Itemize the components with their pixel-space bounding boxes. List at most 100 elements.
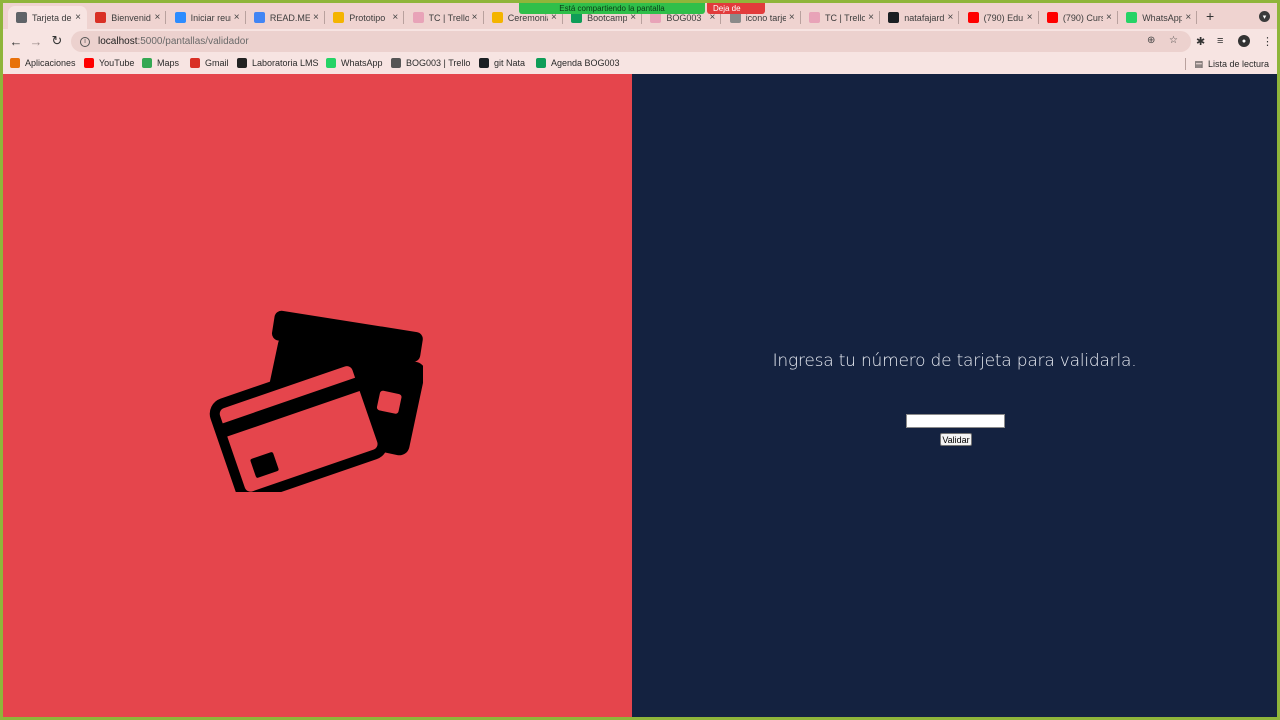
- youtube-icon: [967, 12, 979, 23]
- browser-tab[interactable]: natafajardo×: [880, 6, 960, 29]
- address-bar[interactable]: i localhost:5000/pantallas/validador: [71, 31, 1191, 52]
- tab-title: Bienvenida: [111, 12, 152, 23]
- bookmark-label: Laboratoria LMS: [252, 58, 319, 68]
- back-icon[interactable]: ←: [8, 33, 24, 49]
- illustration-panel: [3, 74, 632, 717]
- close-tab-icon[interactable]: ×: [947, 12, 953, 23]
- close-tab-icon[interactable]: ×: [1106, 12, 1112, 23]
- gmail-icon: [190, 58, 200, 68]
- menu-kebab-icon[interactable]: ⋮: [1262, 35, 1273, 48]
- sheets-icon: [536, 58, 546, 68]
- browser-tab[interactable]: Bienvenida ×: [87, 6, 167, 29]
- bookmark-item[interactable]: Agenda BOG003: [536, 58, 620, 68]
- reading-list-icon: ▤: [1194, 58, 1203, 69]
- bookmark-star-icon[interactable]: ☆: [1169, 35, 1178, 46]
- bookmark-label: WhatsApp: [341, 58, 383, 68]
- new-tab-button[interactable]: +: [1206, 8, 1214, 24]
- browser-tab[interactable]: TC | Trello ×: [801, 6, 880, 29]
- zoom-icon: [174, 12, 186, 23]
- slides-icon: [333, 12, 345, 23]
- stop-sharing-label: Deja de: [713, 4, 741, 13]
- tab-title: READ.ME: [269, 12, 311, 23]
- apps-grid-icon: [10, 58, 20, 68]
- bookmark-item[interactable]: Aplicaciones: [10, 58, 76, 68]
- bookmark-item[interactable]: Maps: [142, 58, 179, 68]
- instruction-text: Ingresa tu número de tarjeta para valida…: [772, 351, 1137, 371]
- tab-title: Iniciar reunión: [190, 12, 231, 23]
- slides-icon: [491, 12, 503, 23]
- close-tab-icon[interactable]: ×: [472, 12, 478, 23]
- forward-icon[interactable]: →: [28, 33, 44, 49]
- tab-title: WhatsApp: [1142, 12, 1183, 23]
- close-tab-icon[interactable]: ×: [1027, 12, 1033, 23]
- bookmark-item[interactable]: Gmail: [190, 58, 229, 68]
- close-tab-icon[interactable]: ×: [1185, 12, 1191, 23]
- browser-toolbar: ← → ↻ i localhost:5000/pantallas/validad…: [3, 29, 1277, 54]
- github-icon: [479, 58, 489, 68]
- tab-title: TC | Trello: [428, 12, 469, 23]
- profile-avatar[interactable]: ●: [1238, 35, 1250, 47]
- gmail-icon: [95, 12, 107, 23]
- bookmark-item[interactable]: git Nata: [479, 58, 525, 68]
- reload-icon[interactable]: ↻: [49, 33, 65, 49]
- bookmark-label: Gmail: [205, 58, 229, 68]
- youtube-icon: [84, 58, 94, 68]
- close-tab-icon[interactable]: ×: [75, 12, 81, 23]
- bookmark-label: BOG003 | Trello: [406, 58, 471, 68]
- page-content: Ingresa tu número de tarjeta para valida…: [3, 74, 1277, 717]
- reading-list-button[interactable]: ▤ Lista de lectura: [1185, 58, 1269, 70]
- whatsapp-icon: [1126, 12, 1138, 23]
- card-number-input[interactable]: [906, 414, 1005, 428]
- screen-share-banner: Está compartiendo la pantalla: [519, 3, 705, 14]
- tab-separator: [1196, 11, 1198, 24]
- tab-title: BOG003: [666, 12, 702, 23]
- bookmark-label: Aplicaciones: [25, 58, 76, 68]
- stop-sharing-button[interactable]: Deja de: [707, 3, 765, 14]
- bookmark-item[interactable]: WhatsApp: [326, 58, 383, 68]
- github-icon: [888, 12, 900, 23]
- browser-tab[interactable]: Iniciar reunión×: [167, 6, 246, 29]
- laboratoria-icon: [237, 58, 247, 68]
- trello-icon: [391, 58, 401, 68]
- zoom-icon[interactable]: ⊕: [1147, 35, 1155, 46]
- extensions-puzzle-icon[interactable]: ✱: [1196, 35, 1205, 48]
- tab-title: (790) Edu: [983, 12, 1024, 23]
- close-tab-icon[interactable]: ×: [154, 12, 160, 23]
- close-tab-icon[interactable]: ×: [313, 12, 319, 23]
- screen-share-text: Está compartiendo la pantalla: [559, 4, 665, 13]
- validator-panel: Ingresa tu número de tarjeta para valida…: [632, 74, 1277, 717]
- tab-title: natafajardo: [904, 12, 945, 23]
- tab-title: (790) Curso: [1062, 12, 1103, 23]
- close-tab-icon[interactable]: ×: [234, 12, 240, 23]
- close-tab-icon[interactable]: ×: [868, 12, 874, 23]
- close-tab-icon[interactable]: ×: [789, 12, 795, 23]
- bookmarks-bar: Aplicaciones YouTube Maps Gmail Laboratoria …: [3, 54, 1277, 74]
- browser-tab[interactable]: Tarjeta de crédito×: [8, 6, 87, 29]
- url-host: localhost: [98, 36, 138, 47]
- youtube-icon: [1046, 12, 1058, 23]
- bookmark-label: Agenda BOG003: [551, 58, 620, 68]
- browser-tab[interactable]: READ.ME ×: [246, 6, 325, 29]
- close-tab-icon[interactable]: ×: [392, 12, 398, 23]
- bookmark-label: git Nata: [494, 58, 526, 68]
- bookmark-item[interactable]: Laboratoria LMS: [237, 58, 319, 68]
- validate-button[interactable]: Validar: [940, 433, 972, 446]
- browser-tab[interactable]: (790) Edu ×: [960, 6, 1039, 29]
- maps-icon: [142, 58, 152, 68]
- trello-icon: [809, 12, 820, 23]
- tab-title: Prototipo: [349, 12, 386, 23]
- bookmark-label: YouTube: [99, 58, 135, 68]
- media-control-icon[interactable]: ≡: [1217, 35, 1223, 47]
- browser-tab[interactable]: WhatsApp ×: [1118, 6, 1198, 29]
- site-info-icon[interactable]: i: [80, 36, 90, 47]
- tab-title: Ceremonias: [507, 12, 548, 23]
- tab-title: Tarjeta de crédito: [32, 12, 72, 23]
- browser-tab[interactable]: (790) Curso×: [1039, 6, 1118, 29]
- tab-title: TC | Trello: [825, 12, 866, 23]
- bookmark-item[interactable]: YouTube: [84, 58, 134, 68]
- browser-tab[interactable]: TC | Trello ×: [405, 6, 484, 29]
- globe-icon: [16, 12, 27, 23]
- browser-tab[interactable]: Prototipo ×: [325, 6, 405, 29]
- bookmark-item[interactable]: BOG003 | Trello: [391, 58, 470, 68]
- tab-search-icon[interactable]: ▾: [1259, 11, 1270, 22]
